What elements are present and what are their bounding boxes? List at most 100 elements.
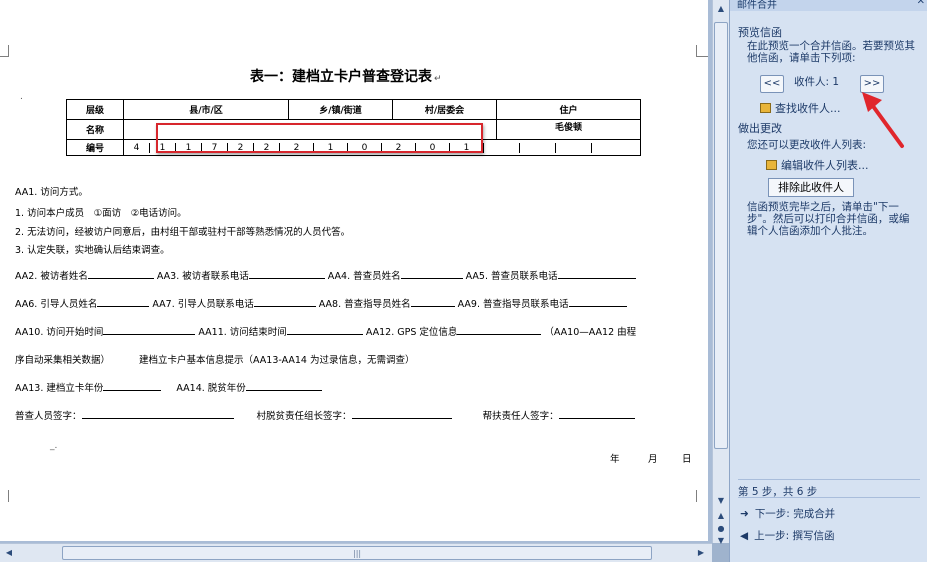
code-digit xyxy=(556,142,592,153)
blank-line[interactable] xyxy=(87,269,154,279)
vertical-scrollbar[interactable]: ▲ ▼ ▲ ● ▼ xyxy=(712,0,729,545)
aa1-line: AA1. 访问方式。 xyxy=(15,187,88,198)
year-label: 年 xyxy=(610,454,620,465)
arrow-left-icon: ◀ xyxy=(740,530,749,542)
auto-collect-line: 序自动采集相关数据） 建档立卡户基本信息提示（AA13-AA14 为过录信息，无… xyxy=(15,352,415,366)
prev-step-label: 上一步: 撰写信函 xyxy=(754,530,835,542)
option-1: 1. 访问本户成员 ①面访 ②电话访问。 xyxy=(15,208,187,219)
aa12-label: AA12. GPS 定位信息 xyxy=(365,327,458,338)
crop-mark xyxy=(696,490,697,502)
red-pointer-arrow-icon xyxy=(862,92,904,148)
aa13-aa14-line: AA13. 建档立卡年份 AA14. 脱贫年份 xyxy=(15,380,322,394)
aa11-label: AA11. 访问结束时间 xyxy=(198,327,287,338)
pane-title: 邮件合并 xyxy=(737,0,777,11)
aa6-label: AA6. 引导人员姓名 xyxy=(15,299,98,310)
vertical-scroll-thumb[interactable] xyxy=(714,22,728,449)
divider xyxy=(738,479,920,480)
find-recipient-link[interactable]: 查找收件人... xyxy=(760,100,841,116)
aa6-aa9-line: AA6. 引导人员姓名 AA7. 引导人员联系电话 AA8. 普查指导员姓名 A… xyxy=(15,296,627,310)
crop-mark xyxy=(8,490,9,502)
horizontal-scrollbar[interactable]: ◀ ||| ▶ xyxy=(0,543,712,562)
aa2-label: AA2. 被访者姓名 xyxy=(15,271,88,282)
crop-mark xyxy=(696,56,708,57)
code-digit xyxy=(520,142,556,153)
exclude-recipient-button[interactable]: 排除此收件人 xyxy=(768,178,854,197)
scroll-left-icon[interactable]: ◀ xyxy=(2,546,16,560)
aa9-label: AA9. 普查指导员联系电话 xyxy=(457,299,569,310)
blank-line[interactable] xyxy=(558,409,635,419)
option-2: 2. 无法访问，经被访户同意后，由村组干部或驻村干部等熟悉情况的人员代答。 xyxy=(15,227,351,238)
edit-recipient-list-link[interactable]: 编辑收件人列表... xyxy=(766,157,869,173)
aa7-label: AA7. 引导人员联系电话 xyxy=(152,299,254,310)
sig-helper: 帮扶责任人签字： xyxy=(482,411,559,422)
arrow-right-icon: ➜ xyxy=(740,508,749,520)
table-cell: 县/市/区 xyxy=(123,99,289,120)
day-label: 日 xyxy=(682,454,692,465)
option-3: 3. 认定失联，实地确认后结束调查。 xyxy=(15,245,170,256)
document-area: 表一：建档立卡户普查登记表 ↵ . 层级 县/市/区 乡/镇/街道 村/居委会 住… xyxy=(0,0,712,543)
blank-line[interactable] xyxy=(103,381,162,391)
recipient-counter: 收件人: 1 xyxy=(794,76,840,88)
pane-header: 邮件合并 ✕ xyxy=(730,0,927,11)
aa13-label: AA13. 建档立卡年份 xyxy=(15,383,104,394)
blank-line[interactable] xyxy=(245,381,322,391)
sig-surveyor: 普查人员签字： xyxy=(15,411,82,422)
table-cell: 乡/镇/街道 xyxy=(288,99,393,120)
blank-line[interactable] xyxy=(568,297,627,307)
horizontal-scroll-thumb[interactable]: ||| xyxy=(62,546,652,560)
table-cell: 毛俊顿 xyxy=(496,119,641,140)
blank-line[interactable] xyxy=(557,269,636,279)
preview-text: 在此预览一个合并信函。若要预览其他信函，请单击下列项: xyxy=(747,40,915,64)
prev-step-link[interactable]: ◀ 上一步: 撰写信函 xyxy=(740,528,835,543)
crop-mark xyxy=(0,56,9,57)
next-page-icon[interactable]: ▼ xyxy=(714,534,728,548)
blank-line[interactable] xyxy=(81,409,234,419)
info-hint: 建档立卡户基本信息提示（AA13-AA14 为过录信息，无需调查） xyxy=(139,355,415,366)
scroll-down-icon[interactable]: ▼ xyxy=(714,494,728,508)
scroll-right-icon[interactable]: ▶ xyxy=(694,546,708,560)
aa10-aa12-line: AA10. 访问开始时间 AA11. 访问结束时间 AA12. GPS 定位信息… xyxy=(15,324,636,338)
blank-line[interactable] xyxy=(253,297,316,307)
blank-line[interactable] xyxy=(97,297,150,307)
aa3-label: AA3. 被访者联系电话 xyxy=(156,271,249,282)
document-page[interactable]: 表一：建档立卡户普查登记表 ↵ . 层级 县/市/区 乡/镇/街道 村/居委会 住… xyxy=(0,0,708,541)
document-title: 表一：建档立卡户普查登记表 ↵ xyxy=(250,69,442,85)
edit-list-icon xyxy=(766,160,777,170)
aa10-label: AA10. 访问开始时间 xyxy=(15,327,104,338)
next-step-label: 下一步: 完成合并 xyxy=(754,508,836,520)
grip-icon: ||| xyxy=(353,549,362,558)
divider xyxy=(738,497,920,498)
blank-line[interactable] xyxy=(457,325,542,335)
blank-line[interactable] xyxy=(410,297,455,307)
aa8-label: AA8. 普查指导员姓名 xyxy=(318,299,411,310)
month-label: 月 xyxy=(648,454,658,465)
highlight-box xyxy=(156,123,483,153)
next-step-link[interactable]: ➜ 下一步: 完成合并 xyxy=(740,506,836,521)
sig-village-leader: 村脱贫责任组长签字： xyxy=(256,411,352,422)
prev-page-icon[interactable]: ▲ xyxy=(714,509,728,523)
table-cell: 层级 xyxy=(66,99,124,120)
blank-line[interactable] xyxy=(351,409,452,419)
table-cell: 住户 xyxy=(496,99,641,120)
blank-line[interactable] xyxy=(103,325,196,335)
blank-line[interactable] xyxy=(286,325,363,335)
aa2-aa5-line: AA2. 被访者姓名 AA3. 被访者联系电话 AA4. 普查员姓名 AA5. … xyxy=(15,268,636,282)
scroll-up-icon[interactable]: ▲ xyxy=(714,2,728,16)
auto-collect-note: 序自动采集相关数据） xyxy=(15,355,111,366)
prev-recipient-button[interactable]: << xyxy=(760,75,784,93)
code-digit xyxy=(592,143,626,153)
table-cell: 村/居委会 xyxy=(392,99,497,120)
preview-heading: 预览信函 xyxy=(738,26,782,39)
aa14-label: AA14. 脱贫年份 xyxy=(176,383,246,394)
find-recipient-label: 查找收件人... xyxy=(775,102,841,115)
signature-line: 普查人员签字： 村脱贫责任组长签字： 帮扶责任人签字： xyxy=(15,408,635,422)
blank-line[interactable] xyxy=(400,269,463,279)
finish-text: 信函预览完毕之后，请单击"下一步"。然后可以打印合并信函，或编辑个人信函添加个人… xyxy=(747,201,910,237)
edit-recipient-list-label: 编辑收件人列表... xyxy=(781,159,869,172)
aa5-label: AA5. 普查员联系电话 xyxy=(465,271,558,282)
blank-line[interactable] xyxy=(248,269,325,279)
find-icon xyxy=(760,103,771,113)
changes-heading: 做出更改 xyxy=(738,122,782,135)
close-icon[interactable]: ✕ xyxy=(917,0,925,7)
paragraph-mark: _. xyxy=(50,441,58,451)
